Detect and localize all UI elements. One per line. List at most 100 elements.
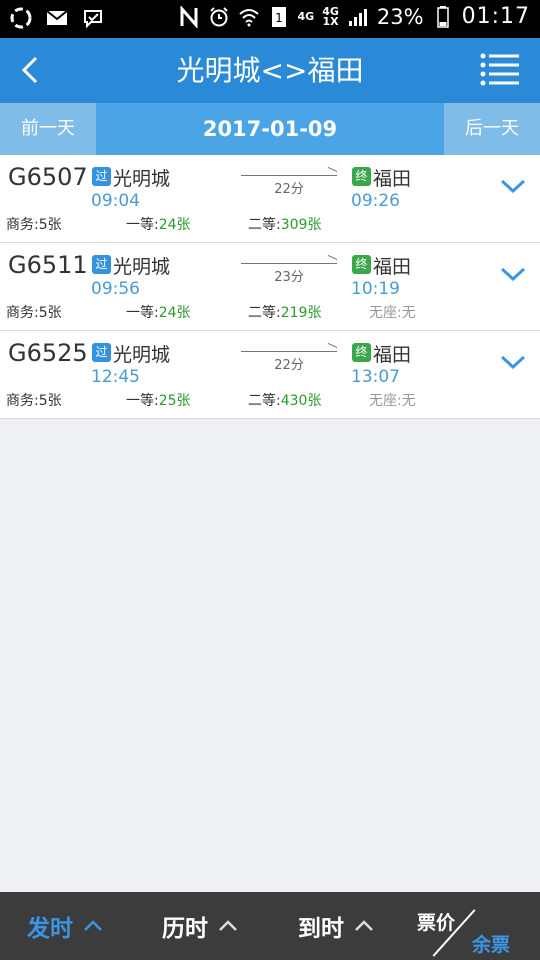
from-station: 光明城 — [113, 168, 171, 190]
depart-time: 09:56 — [91, 279, 140, 299]
arrive-time: 10:19 — [351, 279, 400, 299]
remaining-label: 余票 — [472, 934, 511, 956]
business-seats: 商务:5张 — [6, 302, 62, 322]
chevron-up-icon — [84, 920, 102, 931]
first-count: 24张 — [158, 217, 191, 233]
first-label: 一等: — [126, 393, 159, 409]
train-row[interactable]: G6511 过 光明城 09:56 23分 终 福田 10:19 商务:5张 一… — [0, 243, 540, 331]
pass-badge: 过 — [92, 167, 111, 186]
no-seat-status: 无座:无 — [369, 393, 416, 409]
duration-text: 22分 — [274, 182, 304, 197]
arrow-line — [241, 175, 337, 176]
chevron-up-icon — [219, 920, 237, 931]
sort-duration-label: 历时 — [162, 916, 208, 942]
network-type: 4G — [297, 9, 315, 23]
chevron-up-icon — [355, 920, 373, 931]
battery-icon — [432, 5, 454, 28]
arrow-line — [241, 263, 337, 264]
business-label: 商务: — [6, 217, 39, 233]
status-bar: 1 4G 4G 1X 23% 01:17 — [0, 0, 540, 38]
first-class-seats: 一等:25张 — [126, 390, 191, 410]
duration-arrow: 23分 — [241, 254, 338, 285]
network-type-secondary: 4G 1X — [322, 6, 339, 28]
train-row[interactable]: G6525 过 光明城 12:45 22分 终 福田 13:07 商务:5张 一… — [0, 331, 540, 419]
chevron-down-icon[interactable] — [500, 177, 526, 195]
train-number: G6507 — [8, 163, 88, 191]
depart-time: 12:45 — [91, 367, 140, 387]
duration-arrow: 22分 — [241, 166, 338, 197]
business-seats: 商务:5张 — [6, 214, 62, 234]
price-label: 票价 — [417, 912, 456, 934]
sort-depart-button[interactable]: 发时 — [27, 892, 103, 960]
second-class-seats: 二等:430张 — [248, 390, 321, 410]
first-count: 24张 — [158, 305, 191, 321]
wifi-icon — [238, 6, 260, 28]
to-station: 福田 — [373, 344, 412, 366]
duration-text: 22分 — [274, 358, 304, 373]
arrow-tip — [327, 166, 338, 172]
second-label: 二等: — [248, 393, 281, 409]
battery-percent: 23% — [376, 4, 424, 29]
duration-text: 23分 — [274, 270, 304, 285]
train-number: G6525 — [8, 339, 88, 367]
business-seats: 商务:5张 — [6, 390, 62, 410]
sort-duration-button[interactable]: 历时 — [162, 892, 238, 960]
first-class-seats: 一等:24张 — [126, 214, 191, 234]
mail-icon — [46, 7, 68, 29]
pass-badge: 过 — [92, 255, 111, 274]
arrow-tip — [327, 342, 338, 348]
from-station: 光明城 — [113, 344, 171, 366]
nav-bar: 光明城<>福田 — [0, 38, 540, 103]
second-count: 309张 — [280, 217, 322, 233]
second-count: 430张 — [280, 393, 322, 409]
first-count: 25张 — [158, 393, 191, 409]
no-seat-status: 无座:无 — [369, 305, 416, 321]
train-row[interactable]: G6507 过 光明城 09:04 22分 终 福田 09:26 商务:5张 一… — [0, 155, 540, 243]
to-station: 福田 — [373, 168, 412, 190]
train-list: G6507 过 光明城 09:04 22分 终 福田 09:26 商务:5张 一… — [0, 155, 540, 419]
network-type-bottom: 1X — [322, 14, 339, 28]
pass-badge: 过 — [92, 343, 111, 362]
clock: 01:17 — [461, 4, 530, 29]
signal-icon — [347, 6, 369, 28]
menu-button[interactable] — [480, 52, 520, 88]
sim-icon: 1 — [268, 6, 290, 28]
second-label: 二等: — [248, 305, 281, 321]
second-label: 二等: — [248, 217, 281, 233]
arrive-time: 09:26 — [351, 191, 400, 211]
business-count: 5张 — [38, 393, 62, 409]
prev-day-button[interactable]: 前一天 — [0, 103, 96, 155]
message-icon — [82, 7, 104, 29]
price-remaining-toggle[interactable]: 票价 余票 — [415, 892, 525, 960]
business-count: 5张 — [38, 217, 62, 233]
sort-depart-label: 发时 — [27, 916, 73, 942]
sort-bar: 发时 历时 到时 票价 余票 — [0, 892, 540, 960]
second-class-seats: 二等:309张 — [248, 214, 321, 234]
nfc-icon — [178, 5, 200, 28]
chevron-down-icon[interactable] — [500, 265, 526, 283]
depart-time: 09:04 — [91, 191, 140, 211]
menu-icon — [480, 53, 519, 86]
page-title: 光明城<>福田 — [176, 54, 364, 87]
arrive-time: 13:07 — [351, 367, 400, 387]
from-station: 光明城 — [113, 256, 171, 278]
alarm-icon — [208, 6, 230, 28]
sort-arrive-label: 到时 — [298, 916, 344, 942]
end-badge: 终 — [352, 343, 371, 362]
first-label: 一等: — [126, 305, 159, 321]
next-day-button[interactable]: 后一天 — [444, 103, 540, 155]
business-count: 5张 — [38, 305, 62, 321]
app-icon — [10, 7, 32, 29]
sort-arrive-button[interactable]: 到时 — [298, 892, 374, 960]
arrow-line — [241, 351, 337, 352]
second-class-seats: 二等:219张 — [248, 302, 321, 322]
arrow-tip — [327, 254, 338, 260]
selected-date[interactable]: 2017-01-09 — [96, 103, 444, 155]
chevron-down-icon[interactable] — [500, 353, 526, 371]
business-label: 商务: — [6, 305, 39, 321]
svg-text:1: 1 — [275, 11, 283, 25]
train-number: G6511 — [8, 251, 88, 279]
business-label: 商务: — [6, 393, 39, 409]
second-count: 219张 — [280, 305, 322, 321]
first-class-seats: 一等:24张 — [126, 302, 191, 322]
